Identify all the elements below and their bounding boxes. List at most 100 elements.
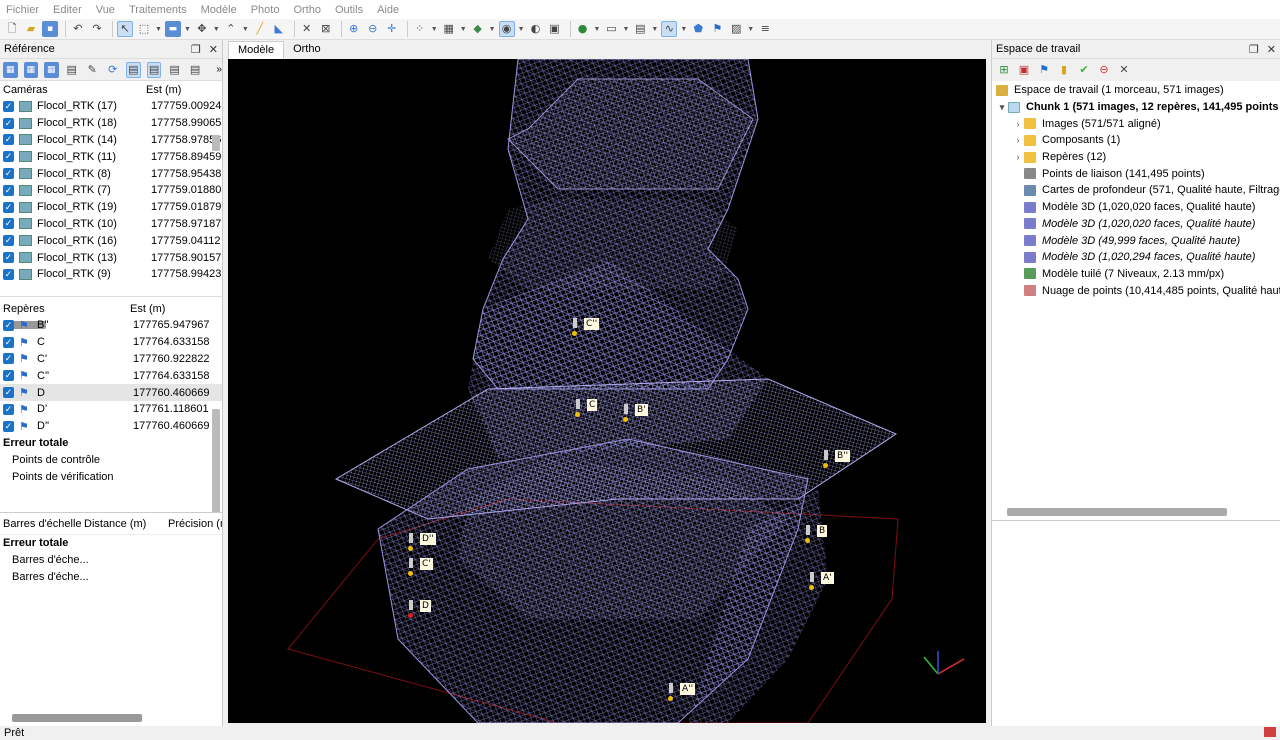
marker-row[interactable]: ✓ ⚑ B'' 177765.947967 bbox=[0, 317, 222, 334]
tree-item-model[interactable]: Modèle 3D (1,020,020 faces, Qualité haut… bbox=[992, 199, 1280, 216]
checkbox-icon[interactable]: ✓ bbox=[3, 184, 14, 196]
ortho-icon[interactable]: ▤ bbox=[632, 21, 648, 37]
expand-icon[interactable]: › bbox=[1012, 135, 1024, 145]
viewport-marker-label[interactable]: C'' bbox=[584, 318, 600, 330]
measure-area-icon[interactable]: ◣ bbox=[271, 21, 287, 37]
add-folder-icon[interactable]: ⚑ bbox=[1036, 62, 1052, 78]
control-points[interactable]: Points de contrôle bbox=[0, 451, 222, 468]
menu-photo[interactable]: Photo bbox=[251, 4, 280, 16]
camera-row[interactable]: ✓ Flocol_RTK (19) 177759.01879 bbox=[0, 199, 222, 216]
zoom-in-icon[interactable]: ⊕ bbox=[346, 21, 362, 37]
viewport-marker-label[interactable]: D bbox=[420, 600, 431, 612]
check-points[interactable]: Points de vérification bbox=[0, 468, 222, 485]
camera-row[interactable]: ✓ Flocol_RTK (8) 177758.95438 bbox=[0, 165, 222, 182]
checkbox-icon[interactable]: ✓ bbox=[3, 319, 14, 331]
viewport-marker-label[interactable]: B bbox=[817, 525, 828, 537]
menu-traitements[interactable]: Traitements bbox=[129, 4, 187, 16]
view-source-icon[interactable]: ▤ bbox=[126, 61, 141, 78]
ruler-icon[interactable]: ╱ bbox=[252, 21, 268, 37]
marker-row[interactable]: ✓ ⚑ D 177760.460669 bbox=[0, 384, 222, 401]
menu-modele[interactable]: Modèle bbox=[201, 4, 237, 16]
checkbox-icon[interactable]: ✓ bbox=[3, 151, 14, 163]
camera-row[interactable]: ✓ Flocol_RTK (7) 177759.01880 bbox=[0, 182, 222, 199]
remove-icon[interactable]: ✕ bbox=[1116, 62, 1132, 78]
checkbox-icon[interactable]: ✓ bbox=[3, 117, 14, 129]
tree-item-folder[interactable]: › Images (571/571 aligné) bbox=[992, 115, 1280, 132]
viewport-marker-label[interactable]: A' bbox=[821, 572, 834, 584]
markers-vscroll[interactable] bbox=[212, 409, 220, 521]
checkbox-icon[interactable]: ✓ bbox=[3, 235, 14, 247]
shield-icon[interactable]: ⬟ bbox=[690, 21, 706, 37]
viewport-marker-label[interactable]: C bbox=[587, 399, 598, 411]
camera-row[interactable]: ✓ Flocol_RTK (18) 177758.99065 bbox=[0, 115, 222, 132]
curve-icon[interactable]: ∿ bbox=[661, 21, 678, 37]
import-icon[interactable]: ▦ bbox=[3, 61, 18, 78]
delete-icon[interactable]: ✕ bbox=[299, 21, 315, 37]
menu-outils[interactable]: Outils bbox=[335, 4, 363, 16]
cameras-icon[interactable]: ◉ bbox=[498, 21, 515, 37]
marker-row[interactable]: ✓ ⚑ C 177764.633158 bbox=[0, 334, 222, 351]
expand-icon[interactable]: › bbox=[1012, 119, 1024, 129]
close-icon[interactable]: ✕ bbox=[1267, 43, 1276, 56]
view-estimated-icon[interactable]: ▤ bbox=[146, 61, 162, 78]
checkbox-icon[interactable]: ✓ bbox=[3, 100, 14, 112]
camera-row[interactable]: ✓ Flocol_RTK (11) 177758.89459 bbox=[0, 148, 222, 165]
camera-row[interactable]: ✓ Flocol_RTK (16) 177759.04112 bbox=[0, 232, 222, 249]
add-photos-icon[interactable]: ▣ bbox=[1016, 62, 1032, 78]
float-icon[interactable]: ❐ bbox=[191, 43, 201, 56]
stack-icon[interactable]: ≡ bbox=[757, 21, 773, 37]
photo-icon[interactable]: ▭ bbox=[603, 21, 619, 37]
camera-row[interactable]: ✓ Flocol_RTK (17) 177759.00924 bbox=[0, 98, 222, 115]
menu-aide[interactable]: Aide bbox=[377, 4, 399, 16]
save-icon[interactable]: ▪ bbox=[42, 21, 58, 37]
table-icon[interactable]: ▤ bbox=[65, 62, 80, 78]
checkbox-icon[interactable]: ✓ bbox=[3, 218, 14, 230]
reset-view-icon[interactable]: ✛ bbox=[384, 21, 400, 37]
disable-icon[interactable]: ⊖ bbox=[1096, 62, 1112, 78]
checkbox-icon[interactable]: ✓ bbox=[3, 387, 14, 399]
tree-item-depth[interactable]: Cartes de profondeur (571, Qualité haute… bbox=[992, 182, 1280, 199]
points-view-icon[interactable]: ⁘ bbox=[412, 21, 428, 37]
convert-icon[interactable]: ▦ bbox=[44, 61, 59, 78]
checkbox-icon[interactable]: ✓ bbox=[3, 353, 14, 365]
shapes-icon[interactable]: ▣ bbox=[547, 21, 563, 37]
grid-icon[interactable]: ▦ bbox=[441, 21, 457, 37]
marker-row[interactable]: ✓ ⚑ C' 177760.922822 bbox=[0, 351, 222, 368]
tree-item-points[interactable]: Points de liaison (141,495 points) bbox=[992, 165, 1280, 182]
tree-item-model[interactable]: Modèle 3D (49,999 faces, Qualité haute) bbox=[992, 232, 1280, 249]
model-view-icon[interactable]: ◆ bbox=[470, 21, 486, 37]
enable-icon[interactable]: ✔ bbox=[1076, 62, 1092, 78]
rect-select-icon[interactable]: ⬚ bbox=[136, 21, 152, 37]
checkbox-icon[interactable]: ✓ bbox=[3, 134, 14, 146]
add-chunk-icon[interactable]: ⊞ bbox=[996, 62, 1012, 78]
est-col[interactable]: Est (m) bbox=[146, 84, 181, 96]
viewport-marker-label[interactable]: B'' bbox=[835, 450, 851, 462]
workspace-root[interactable]: Espace de travail (1 morceau, 571 images… bbox=[992, 82, 1280, 99]
refresh-icon[interactable]: ⟳ bbox=[106, 62, 121, 78]
viewport-marker-label[interactable]: A'' bbox=[680, 683, 696, 695]
cameras-vscroll[interactable] bbox=[212, 135, 220, 151]
camera-row[interactable]: ✓ Flocol_RTK (10) 177758.97187 bbox=[0, 216, 222, 233]
menu-vue[interactable]: Vue bbox=[96, 4, 115, 16]
tree-item-folder[interactable]: › Repères (12) bbox=[992, 149, 1280, 166]
collapse-icon[interactable]: ▾ bbox=[996, 102, 1008, 113]
menu-fichier[interactable]: Fichier bbox=[6, 4, 39, 16]
scalebars-col[interactable]: Barres d'échelle bbox=[0, 518, 84, 530]
camera-row[interactable]: ✓ Flocol_RTK (9) 177758.99423 bbox=[0, 266, 222, 283]
flag-icon[interactable]: ⚑ bbox=[709, 21, 725, 37]
distance-col[interactable]: Distance (m) bbox=[84, 518, 168, 530]
undo-icon[interactable]: ↶ bbox=[70, 21, 86, 37]
move-icon[interactable]: ✥ bbox=[194, 21, 210, 37]
viewport-marker-label[interactable]: D'' bbox=[420, 533, 436, 545]
checkbox-icon[interactable]: ✓ bbox=[3, 201, 14, 213]
tree-item-model[interactable]: Modèle 3D (1,020,020 faces, Qualité haut… bbox=[992, 216, 1280, 233]
tree-item-tiled[interactable]: Modèle tuilé (7 Niveaux, 2.13 mm/px) bbox=[992, 266, 1280, 283]
crop-icon[interactable]: ⊠ bbox=[318, 21, 334, 37]
chunk-item[interactable]: ▾ Chunk 1 (571 images, 12 repères, 141,4… bbox=[992, 99, 1280, 116]
open-folder-icon[interactable]: ▰ bbox=[23, 21, 39, 37]
3d-viewport[interactable]: C'' C B' B'' D'' B C' A' D A'' bbox=[228, 59, 986, 723]
viewport-marker-label[interactable]: B' bbox=[635, 404, 648, 416]
more-icon[interactable]: » bbox=[216, 64, 222, 75]
add-marker-icon[interactable]: ▮ bbox=[1056, 62, 1072, 78]
new-file-icon[interactable]: 🗋 bbox=[4, 21, 20, 37]
